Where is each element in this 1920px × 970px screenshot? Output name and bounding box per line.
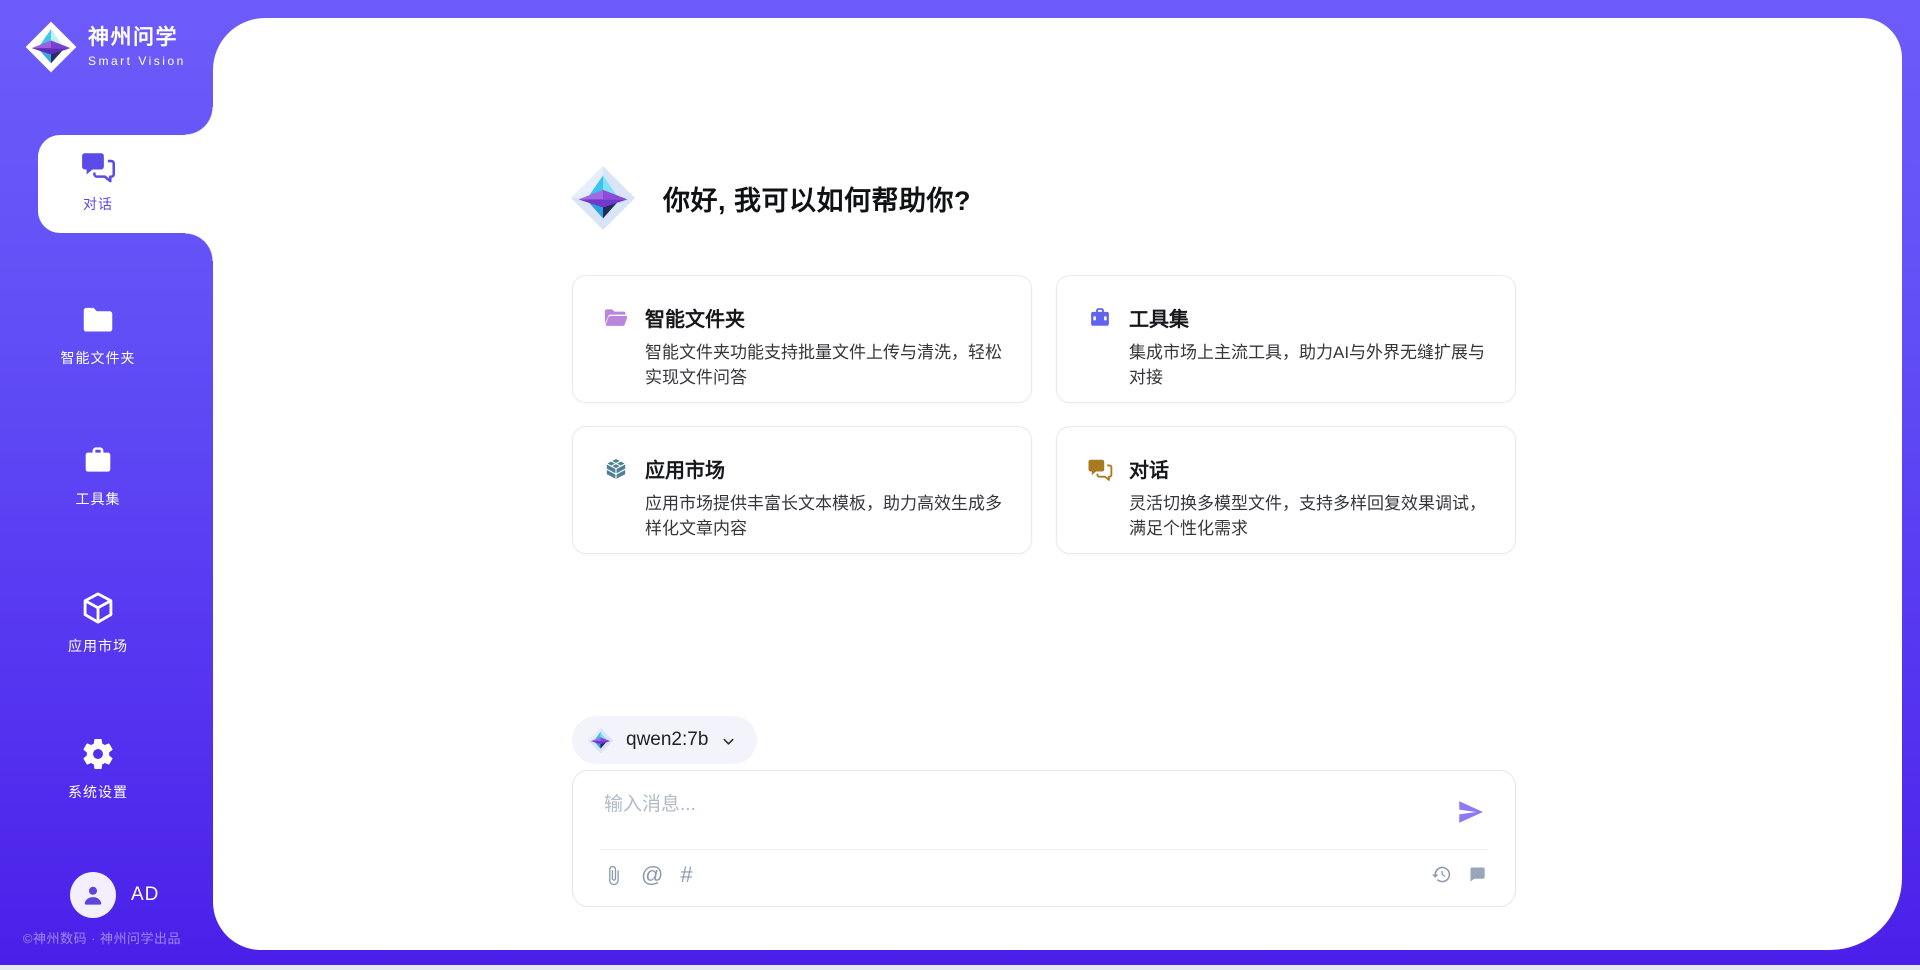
at-icon: @ [641, 864, 663, 886]
model-gem-icon [587, 727, 614, 754]
send-button[interactable] [1456, 797, 1488, 829]
card-smart-folders[interactable]: 智能文件夹 智能文件夹功能支持批量文件上传与清洗，轻松实现文件问答 [572, 275, 1032, 403]
chat-bubble-icon [1467, 864, 1488, 885]
composer-toolbar: @ # [603, 864, 693, 886]
greeting-title: 你好, 我可以如何帮助你? [663, 179, 971, 218]
cube-icon [80, 590, 116, 626]
active-tab-fillet-top [185, 107, 213, 135]
sidebar-item-label: 对话 [83, 194, 113, 214]
brand-gem-icon [24, 20, 78, 74]
quick-chat-button[interactable] [1467, 864, 1488, 885]
card-toolset[interactable]: 工具集 集成市场上主流工具，助力AI与外界无缝扩展与对接 [1056, 275, 1516, 403]
gear-icon [80, 736, 116, 772]
sidebar-item-chat[interactable]: 对话 [0, 148, 196, 214]
card-description: 灵活切换多模型文件，支持多样回复效果调试，满足个性化需求 [1129, 492, 1487, 541]
hash-icon: # [680, 864, 692, 886]
sidebar: 神州问学 Smart Vision 对话 智能文件夹 工具集 应用市场 系统设置… [0, 0, 213, 965]
card-title: 智能文件夹 [645, 303, 745, 332]
brand-subtitle: Smart Vision [88, 54, 186, 68]
card-description: 应用市场提供丰富长文本模板，助力高效生成多样化文章内容 [645, 492, 1003, 541]
message-composer: @ # [572, 770, 1516, 907]
chat-bubbles-icon [80, 148, 116, 184]
active-tab-fillet-bottom [185, 233, 213, 261]
user-account[interactable]: AD [70, 872, 159, 918]
card-description: 智能文件夹功能支持批量文件上传与清洗，轻松实现文件问答 [645, 341, 1003, 390]
sidebar-item-app-market[interactable]: 应用市场 [0, 590, 196, 656]
mention-button[interactable]: @ [641, 864, 663, 886]
copyright-footer: ©神州数码 · 神州问学出品 [0, 928, 204, 947]
card-title: 对话 [1129, 454, 1169, 483]
sidebar-item-label: 工具集 [76, 489, 121, 509]
sidebar-item-toolset[interactable]: 工具集 [0, 443, 196, 509]
main-panel: 你好, 我可以如何帮助你? 智能文件夹 智能文件夹功能支持批量文件上传与清洗，轻… [213, 18, 1902, 950]
chevron-down-icon [720, 731, 737, 750]
card-app-market[interactable]: 应用市场 应用市场提供丰富长文本模板，助力高效生成多样化文章内容 [572, 426, 1032, 554]
sidebar-item-label: 系统设置 [68, 782, 128, 802]
feature-cards: 智能文件夹 智能文件夹功能支持批量文件上传与清洗，轻松实现文件问答 工具集 集成… [572, 275, 1516, 554]
open-folder-icon [603, 305, 629, 331]
attach-button[interactable] [603, 865, 624, 886]
card-chat[interactable]: 对话 灵活切换多模型文件，支持多样回复效果调试，满足个性化需求 [1056, 426, 1516, 554]
apps-cube-icon [603, 456, 629, 482]
history-icon [1431, 864, 1452, 885]
person-icon [80, 882, 106, 908]
avatar[interactable] [70, 872, 116, 918]
page-bottom-edge [0, 965, 1920, 970]
send-icon [1456, 797, 1486, 827]
sidebar-item-label: 应用市场 [68, 636, 128, 656]
card-description: 集成市场上主流工具，助力AI与外界无缝扩展与对接 [1129, 341, 1487, 390]
composer-right-toolbar [1431, 864, 1488, 885]
hashtag-button[interactable]: # [680, 864, 692, 886]
card-title: 应用市场 [645, 454, 725, 483]
brand-name: 神州问学 [88, 26, 186, 50]
greeting-gem-icon [569, 164, 637, 232]
toolbox-icon [80, 443, 116, 479]
chat-bubbles-icon [1087, 456, 1113, 482]
welcome-header: 你好, 我可以如何帮助你? [569, 164, 971, 232]
model-name: qwen2:7b [626, 729, 708, 751]
app-logo: 神州问学 Smart Vision [24, 20, 186, 74]
sidebar-item-settings[interactable]: 系统设置 [0, 736, 196, 802]
toolbox-icon [1087, 305, 1113, 331]
sidebar-item-smart-folders[interactable]: 智能文件夹 [0, 302, 196, 368]
paperclip-icon [603, 865, 624, 886]
folder-icon [80, 302, 116, 338]
history-button[interactable] [1431, 864, 1452, 885]
user-name: AD [131, 884, 159, 906]
message-input[interactable] [604, 789, 1424, 841]
card-title: 工具集 [1129, 303, 1189, 332]
composer-divider [600, 849, 1488, 850]
sidebar-item-label: 智能文件夹 [61, 348, 136, 368]
model-selector[interactable]: qwen2:7b [572, 716, 757, 764]
